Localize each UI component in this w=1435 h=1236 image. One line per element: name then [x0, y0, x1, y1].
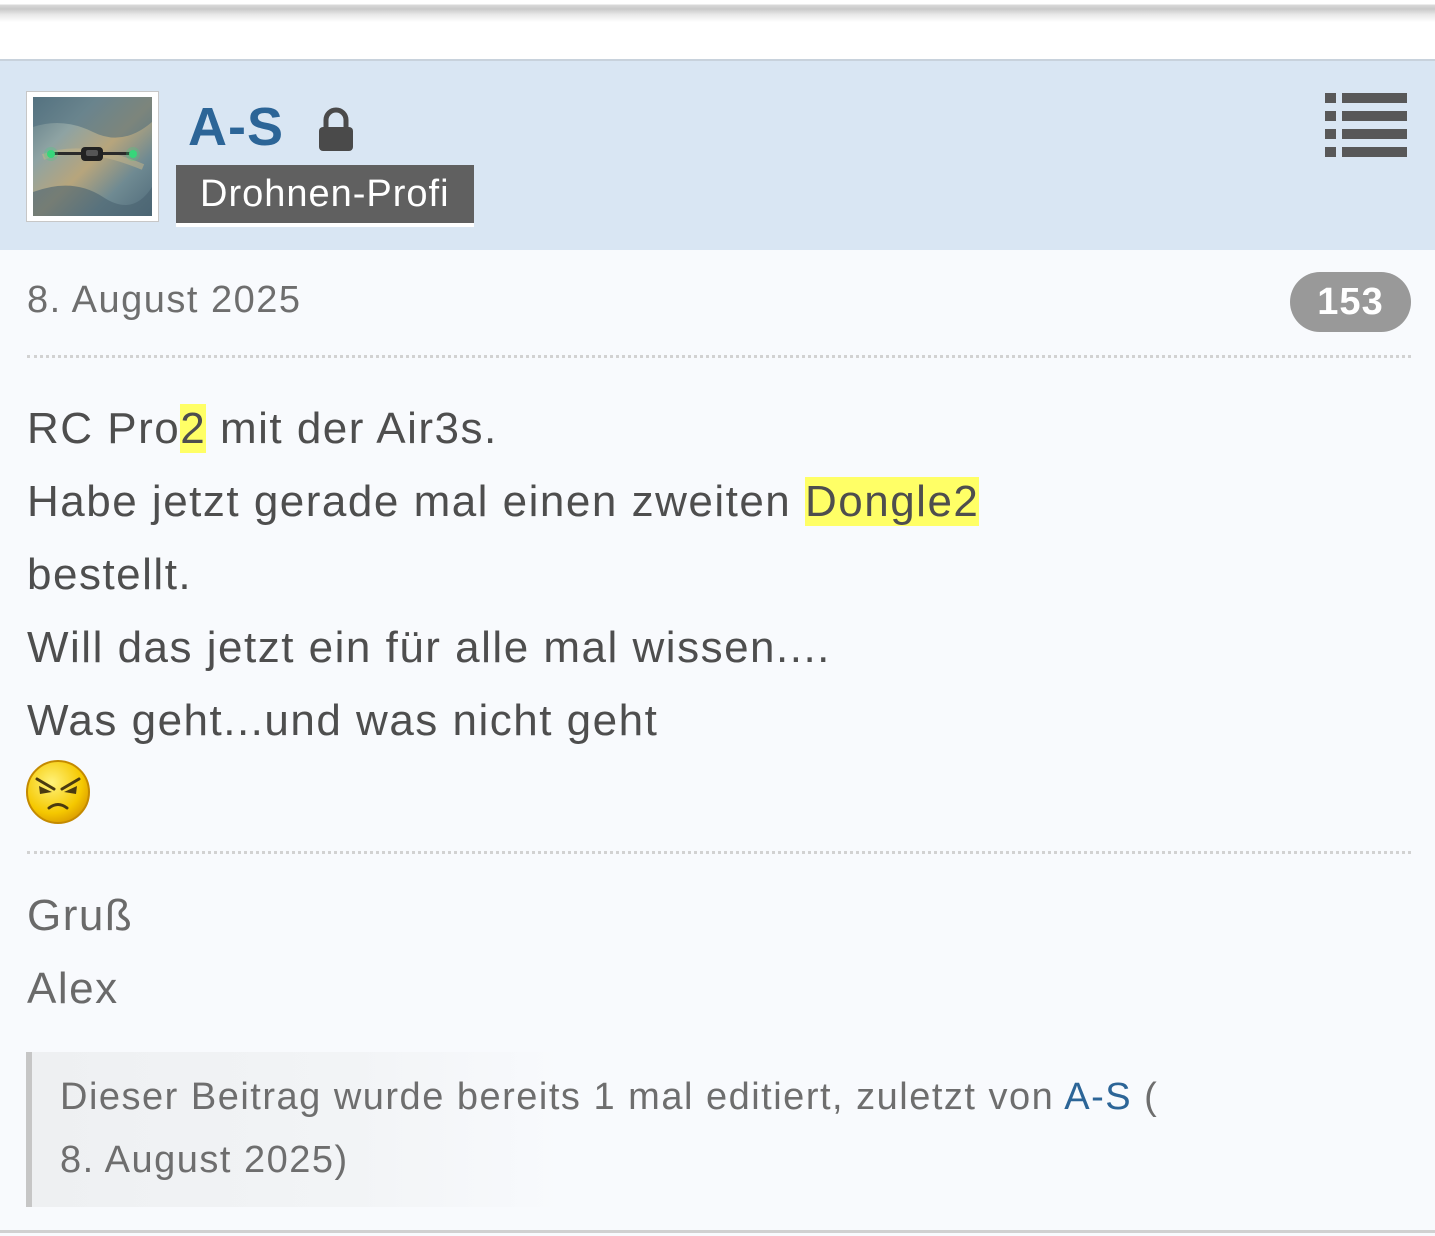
post-date[interactable]: 8. August 2025 [27, 279, 302, 322]
user-rank-badge: Drohnen-Profi [176, 165, 474, 227]
search-highlight: 2 [180, 404, 207, 453]
signature-line: Alex [27, 964, 119, 1013]
lock-icon [319, 107, 353, 151]
edit-date: 8. August 2025) [60, 1139, 349, 1181]
list-icon[interactable] [1325, 93, 1407, 157]
post-content: RC Pro2 mit der Air3s. Habe jetzt gerade… [27, 392, 1411, 757]
signature: Gruß Alex [27, 879, 133, 1025]
content-line: Will das jetzt ein für alle mal wissen..… [27, 623, 831, 672]
signature-divider [27, 851, 1411, 854]
post-author-header: A-S Drohnen-Profi [0, 61, 1435, 250]
editor-link[interactable]: A-S [1064, 1076, 1132, 1118]
content-divider [27, 355, 1411, 358]
author-name-link[interactable]: A-S [188, 97, 284, 157]
content-line: Was geht...und was nicht geht [27, 696, 659, 745]
content-line: RC Pro2 mit der Air3s. [27, 404, 498, 453]
avatar-image [33, 97, 152, 216]
top-divider-shadow [0, 0, 1435, 22]
search-highlight: Dongle2 [804, 477, 980, 526]
edit-note-text: Dieser Beitrag wurde bereits 1 mal editi… [60, 1076, 1159, 1181]
angry-face-icon [26, 760, 90, 824]
signature-line: Gruß [27, 891, 134, 940]
forum-post: A-S Drohnen-Profi 8. August 2025 153 RC … [0, 59, 1435, 1236]
content-line: bestellt. [27, 550, 193, 599]
post-number-badge[interactable]: 153 [1290, 272, 1411, 332]
content-line: Habe jetzt gerade mal einen zweiten Dong… [27, 477, 980, 526]
avatar[interactable] [26, 91, 159, 222]
bottom-border [0, 1230, 1435, 1233]
